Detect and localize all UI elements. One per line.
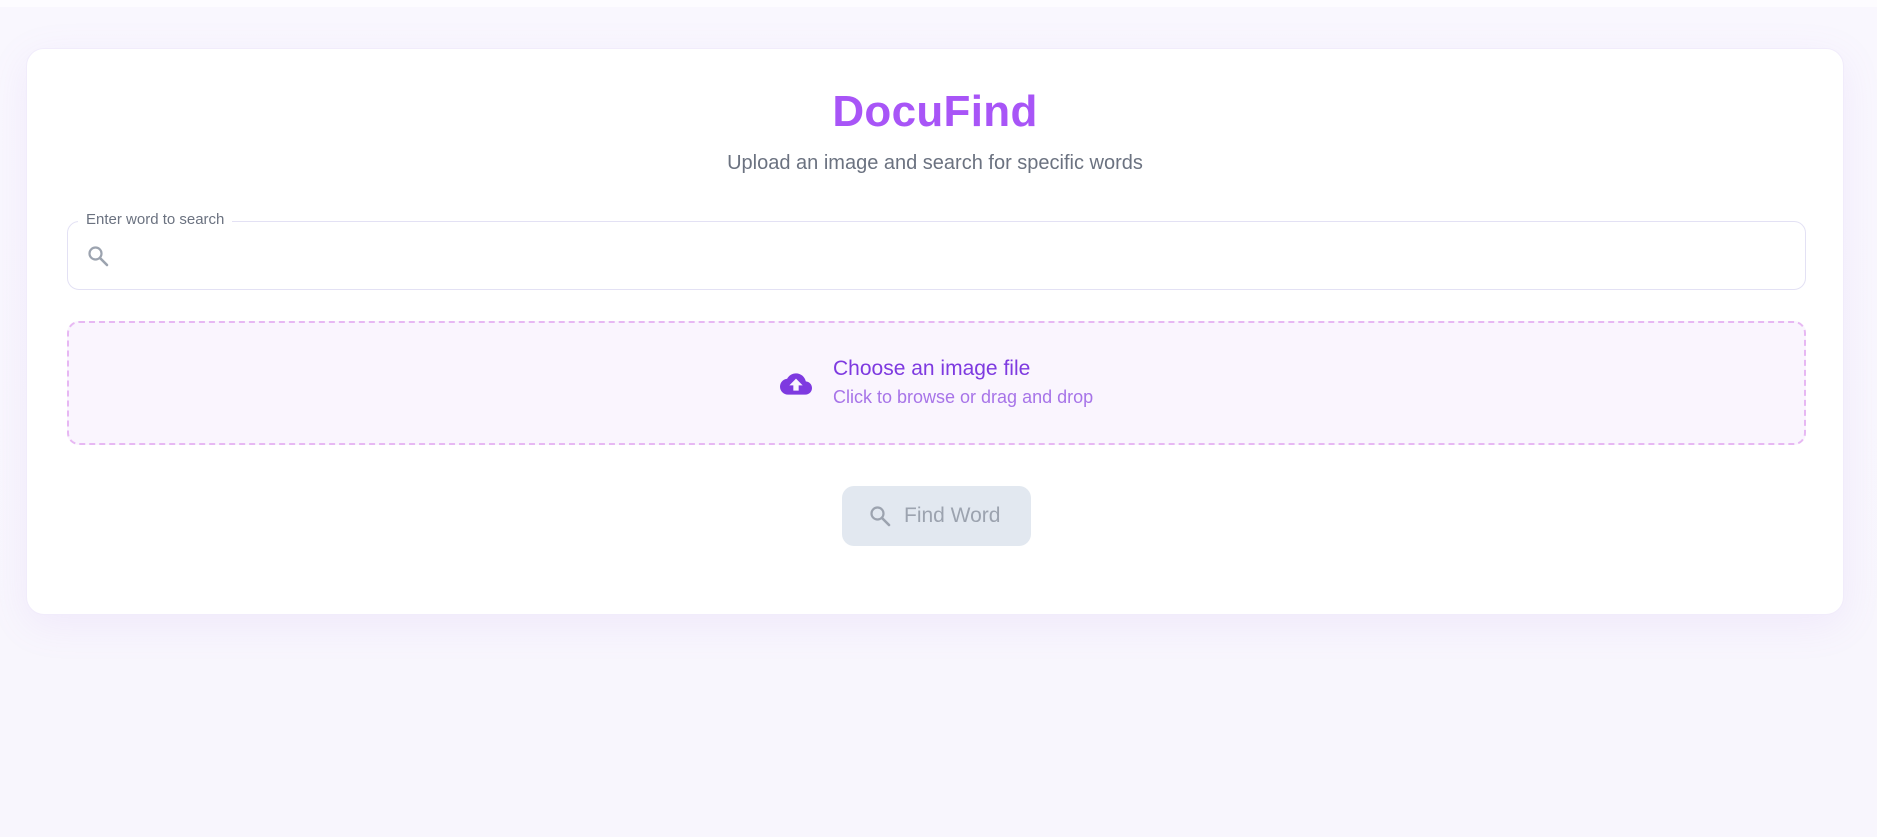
upload-title: Choose an image file [833, 357, 1031, 380]
search-input[interactable] [126, 238, 1790, 276]
upload-hint: Click to browse or drag and drop [833, 387, 1094, 407]
search-field[interactable]: Enter word to search [67, 211, 1806, 290]
search-icon [868, 504, 892, 528]
search-icon [86, 244, 110, 268]
cloud-upload-icon [780, 368, 812, 400]
top-bar [0, 0, 1877, 7]
find-word-button[interactable]: Find Word [842, 486, 1031, 546]
app-subtitle: Upload an image and search for specific … [727, 152, 1143, 174]
image-upload-dropzone[interactable]: Choose an image file Click to browse or … [67, 321, 1806, 445]
find-word-label: Find Word [904, 504, 1001, 527]
app-title: DocuFind [832, 87, 1038, 136]
page: DocuFind Upload an image and search for … [0, 0, 1877, 837]
search-field-label: Enter word to search [78, 211, 233, 228]
main-card: DocuFind Upload an image and search for … [26, 48, 1844, 615]
